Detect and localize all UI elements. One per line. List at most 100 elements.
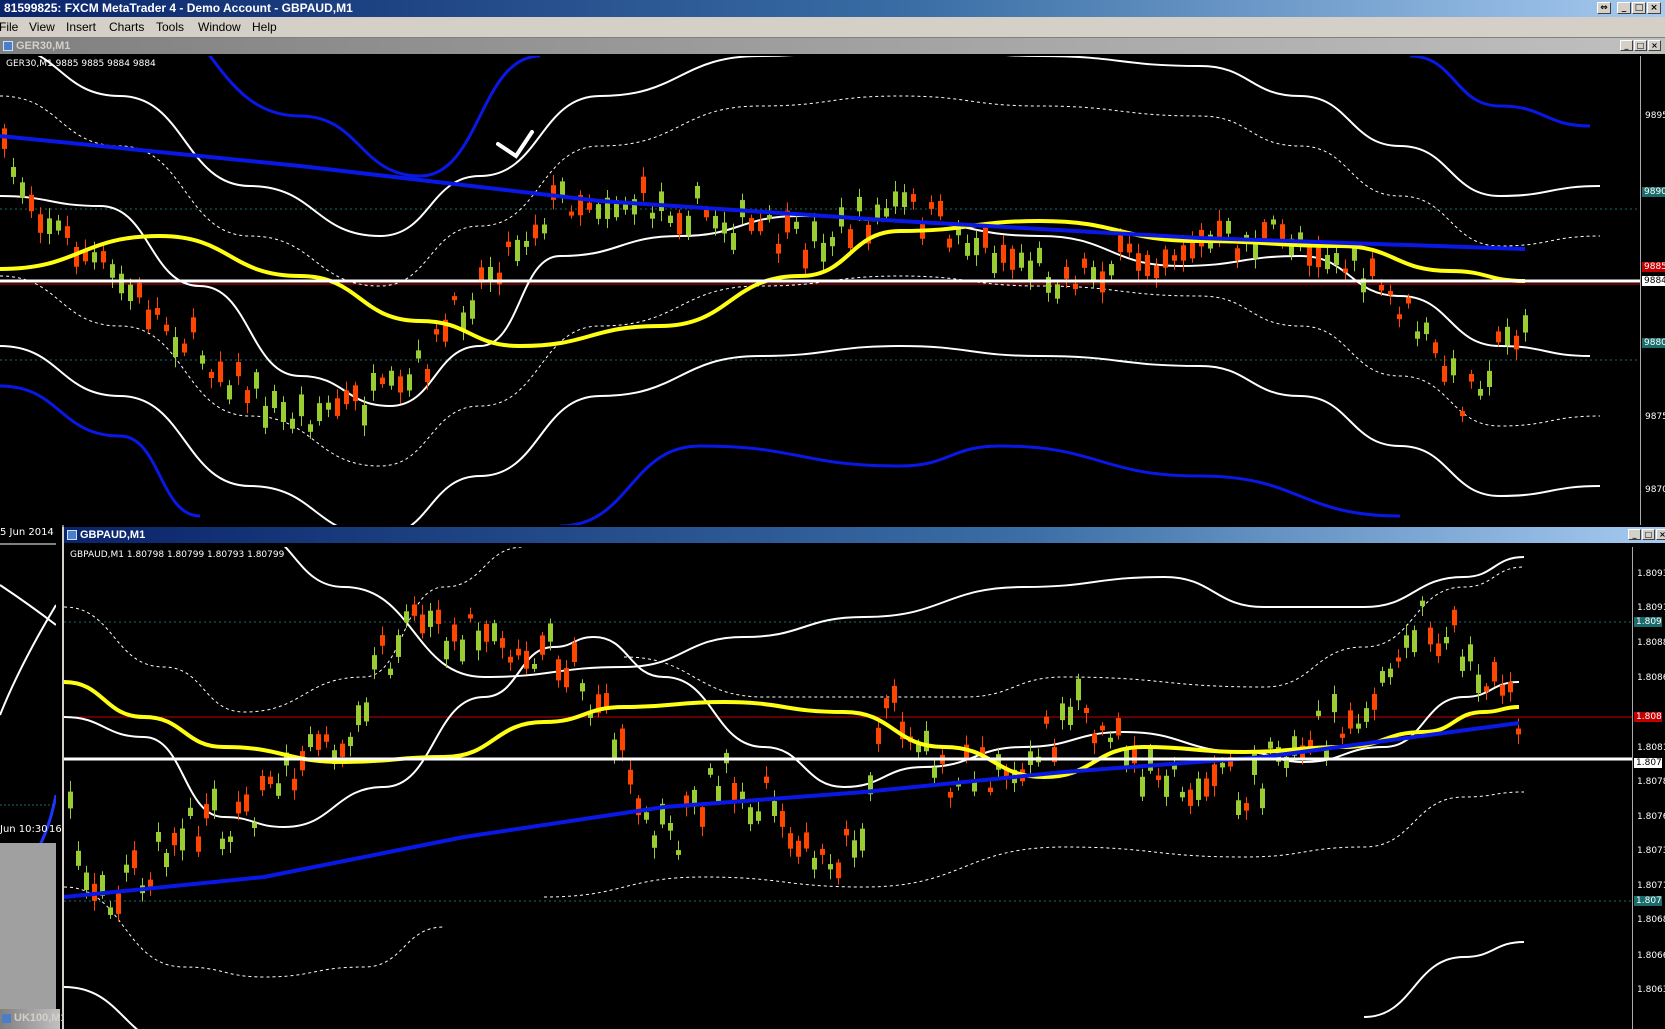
ger30-candle-body (1163, 249, 1168, 268)
ger30-candle-body (1073, 283, 1078, 290)
gbpaud-candle-body (204, 804, 209, 819)
ger30-candle-body (407, 374, 412, 391)
gbpaud-candle-body (220, 838, 225, 850)
menu-charts[interactable]: Charts (109, 20, 144, 34)
ger30-candle-body (1055, 284, 1060, 299)
background-chart-window[interactable]: 5 Jun 2014 Jun 10:30 16 UK100,M1 (0, 525, 64, 1029)
ger30-candle-body (1379, 285, 1384, 291)
gbpaud-candle-body (428, 610, 433, 627)
menu-file[interactable]: File (0, 20, 18, 34)
ger30-candle-body (1181, 245, 1186, 261)
ger30-candle-body (1262, 222, 1267, 239)
ger30-chart-window[interactable]: GER30,M1 _ □ × GER30,M1 9885 9885 9884 9… (0, 38, 1665, 525)
ger30-candle-body (1307, 246, 1312, 266)
envelope-lower-line (64, 986, 139, 1029)
gbpaud-price-chart[interactable] (64, 547, 1632, 1029)
ger30-candle-body (209, 371, 214, 379)
ger30-candle-body (1415, 331, 1420, 339)
gbpaud-candle-body (1428, 627, 1433, 645)
gbpaud-price-scale[interactable]: 1.8093 1.8091 1.8090 1.8088 1.8086 1.808… (1632, 547, 1665, 1029)
ger30-candle-body (164, 324, 169, 332)
ger30-price-chart[interactable] (0, 56, 1640, 525)
ger30-candle-body (875, 204, 880, 219)
close-button[interactable]: × (1647, 2, 1661, 14)
ger30-candle-body (1487, 370, 1492, 388)
ger30-candle-body (1334, 253, 1339, 266)
menu-window[interactable]: Window (198, 20, 241, 34)
gbpaud-candle-body (180, 828, 185, 851)
gbpaud-window-title-bar[interactable]: GBPAUD,M1 _ □ × (64, 527, 1665, 543)
gbpaud-candle-body (1500, 684, 1505, 696)
ger30-candle-body (416, 350, 421, 359)
ger30-candle-body (308, 424, 313, 432)
ger30-candle-body (236, 362, 241, 377)
ger30-candle-body (110, 264, 115, 278)
gbpaud-candle-body (508, 656, 513, 663)
gbpaud-candle-body (340, 743, 345, 757)
ger30-candle-body (1523, 315, 1528, 333)
gbpaud-candle-body (84, 872, 89, 891)
ger30-candle-body (1325, 254, 1330, 270)
ger30-candle-body (1424, 322, 1429, 335)
gbpaud-candle-body (756, 811, 761, 821)
ger30-price-scale[interactable]: 9895 9890 9885 9884 9880 9875 9870 (1640, 56, 1665, 525)
gbpaud-candle-body (76, 850, 81, 866)
gbpaud-chart-area[interactable]: GBPAUD,M1 1.80798 1.80799 1.80793 1.8079… (64, 547, 1665, 1029)
restore-arrows-button[interactable]: ⇔ (1597, 2, 1611, 14)
gbpaud-candle-body (948, 791, 953, 798)
ger30-candle-body (1118, 233, 1123, 253)
ger30-close-button[interactable]: × (1648, 40, 1661, 51)
ger30-candle-body (848, 229, 853, 249)
ger30-candle-body (515, 239, 520, 262)
menu-bar: File View Insert Charts Tools Window Hel… (0, 17, 1665, 38)
gbpaud-maximize-button[interactable]: □ (1642, 529, 1655, 540)
ger30-candle-body (1370, 258, 1375, 277)
ger30-current-price-label: 9884 (1642, 276, 1665, 286)
ger30-candle-body (362, 405, 367, 426)
ger30-maximize-button[interactable]: □ (1634, 40, 1647, 51)
uk100-window-title-bar[interactable]: UK100,M1 (0, 1009, 62, 1029)
minimize-button[interactable]: _ (1617, 2, 1631, 14)
ger30-candle-body (146, 309, 151, 330)
ger30-candle-body (1037, 247, 1042, 264)
gbpaud-candle-body (212, 788, 217, 811)
gbpaud-candle-body (500, 638, 505, 648)
gbpaud-minimize-button[interactable]: _ (1628, 529, 1641, 540)
menu-insert[interactable]: Insert (66, 20, 96, 34)
gbpaud-candle-body (1116, 718, 1121, 736)
gbpaud-close-button[interactable]: × (1656, 529, 1665, 540)
ger30-candle-body (677, 213, 682, 235)
ger30-candle-body (812, 221, 817, 242)
ger30-candle-body (92, 252, 97, 263)
gbpaud-candle-body (380, 635, 385, 646)
ger30-candle-body (776, 243, 781, 254)
gbpaud-candle-body (356, 705, 361, 726)
gbpaud-candle-body (1092, 733, 1097, 744)
ger30-candle-body (668, 215, 673, 224)
ger30-chart-area[interactable]: GER30,M1 9885 9885 9884 9884 9895 9890 9… (0, 56, 1665, 525)
ger30-candle-body (1127, 243, 1132, 253)
ger30-minimize-button[interactable]: _ (1620, 40, 1633, 51)
ger30-candle-body (227, 385, 232, 400)
maximize-button[interactable]: □ (1632, 2, 1646, 14)
ger30-window-title: GER30,M1 (16, 40, 71, 52)
gbpaud-chart-window[interactable]: GBPAUD,M1 _ □ × GBPAUD,M1 1.80798 1.8079… (62, 527, 1665, 1029)
ger30-candle-body (1478, 388, 1483, 396)
gbpaud-candle-body (788, 833, 793, 849)
ger30-window-title-bar[interactable]: GER30,M1 _ □ × (0, 38, 1665, 54)
gbpaud-candle-body (700, 807, 705, 827)
gbpaud-candle-body (308, 734, 313, 748)
gbpaud-candle-body (252, 822, 257, 829)
ger30-candle-body (173, 337, 178, 358)
app-title-bar[interactable]: 81599825: FXCM MetaTrader 4 - Demo Accou… (0, 0, 1665, 17)
menu-view[interactable]: View (29, 20, 55, 34)
gbpaud-candle-body (532, 663, 537, 669)
gbpaud-candle-body (764, 776, 769, 783)
gbpaud-candle-body (116, 893, 121, 914)
gbpaud-candle-body (1356, 723, 1361, 729)
gbpaud-candle-body (772, 801, 777, 816)
gbpaud-candle-body (1164, 775, 1169, 797)
gbpaud-candle-body (228, 836, 233, 842)
menu-help[interactable]: Help (252, 20, 277, 34)
menu-tools[interactable]: Tools (156, 20, 184, 34)
